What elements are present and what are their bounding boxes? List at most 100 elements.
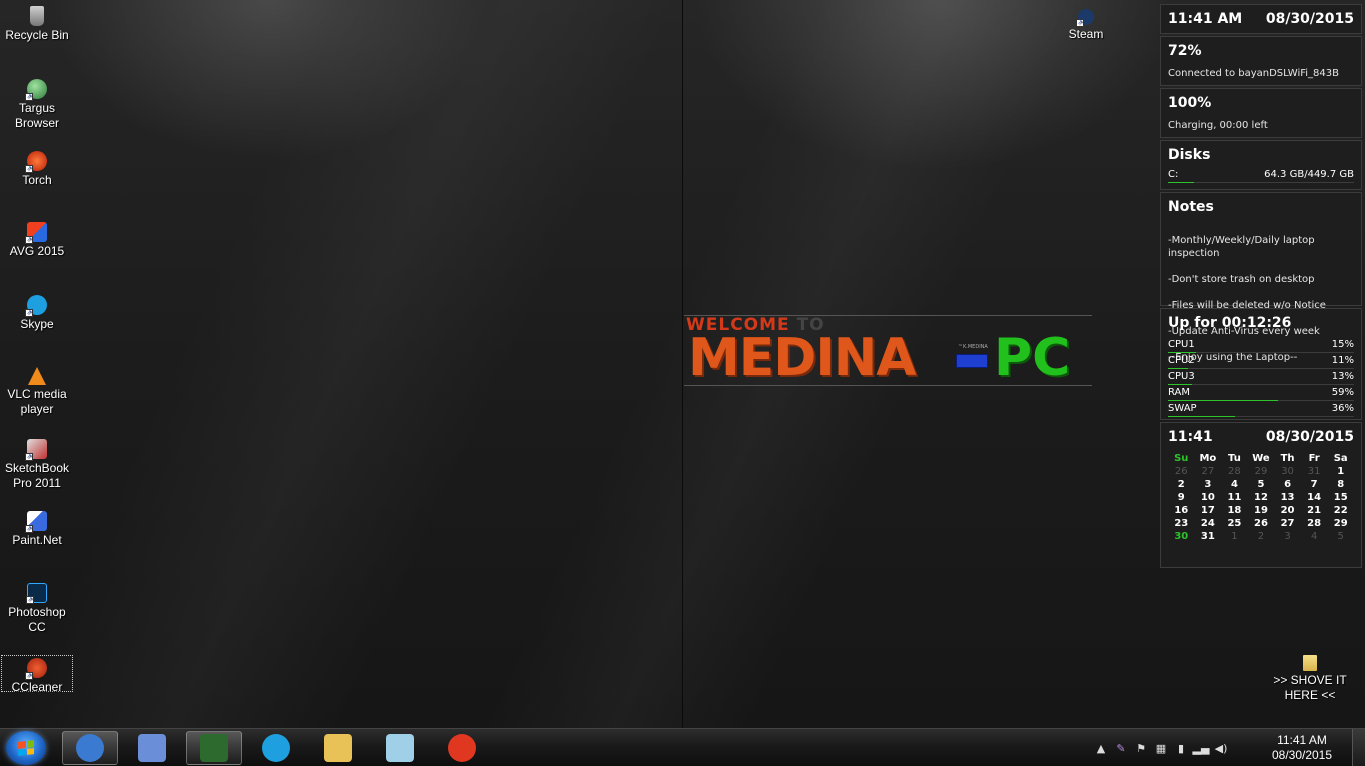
calendar-day: 23	[1174, 518, 1189, 529]
calendar-weekday: Fr	[1308, 453, 1320, 464]
show-desktop-button[interactable]	[1352, 729, 1365, 766]
calendar-day: 18	[1227, 505, 1242, 516]
logo-suffix: PC	[994, 328, 1071, 388]
taskbar-app-button[interactable]	[248, 731, 304, 765]
calendar-day: 19	[1254, 505, 1268, 516]
desktop-icon-recycle-bin[interactable]: Recycle Bin	[1, 6, 73, 43]
calendar-gadget: 11:41 08/30/2015 Su Mo Tu We Th Fr Sa 26 27 28 29 3…	[1160, 422, 1362, 568]
taskbar-app-button[interactable]	[124, 731, 180, 765]
wallpaper-divider	[682, 0, 683, 728]
system-bar-fill	[1168, 416, 1235, 417]
system-tray: ▲ ✎ ⚑ ▦ ▮ ▂▄ ◀)	[1094, 729, 1228, 766]
calendar-day: 12	[1254, 492, 1268, 503]
system-bar	[1168, 400, 1354, 401]
taskbar-clock[interactable]: 11:41 AM 08/30/2015	[1262, 733, 1342, 763]
desktop-icon-shove-it-folder[interactable]: >> SHOVE IT HERE <<	[1272, 655, 1348, 703]
system-row-label: CPU3	[1168, 371, 1195, 382]
system-row-value: 11%	[1331, 355, 1354, 366]
start-button[interactable]	[6, 731, 46, 765]
desktop-icon-paint-net[interactable]: ↗ Paint.Net	[1, 511, 73, 548]
system-row-label: SWAP	[1168, 403, 1197, 414]
taskbar-app-button[interactable]	[310, 731, 366, 765]
ie-globe-icon	[76, 734, 104, 762]
desktop-icon-ccleaner[interactable]: ↗ CCleaner	[1, 655, 73, 694]
system-row-value: 59%	[1331, 387, 1354, 398]
desktop-icon-label: >> SHOVE IT HERE <<	[1273, 673, 1347, 702]
system-monitor-gadget: Up for 00:12:26 CPU1 15% CPU2 11% CPU3 13% …	[1160, 308, 1362, 420]
calendar-day: 14	[1307, 492, 1322, 503]
calendar-day: 13	[1280, 492, 1295, 503]
taskbar-app-button[interactable]	[186, 731, 242, 765]
desktop-icon-label: VLC media player	[7, 387, 67, 416]
taskbar-app-button[interactable]	[62, 731, 118, 765]
desktop-icon-photoshop[interactable]: ↗ Photoshop CC	[1, 583, 73, 635]
battery-gadget: 100% Charging, 00:00 left	[1160, 88, 1362, 138]
calendar-day: 5	[1257, 479, 1265, 490]
system-row-swap: SWAP 36%	[1168, 401, 1354, 417]
calendar-day: 28	[1307, 518, 1322, 529]
calendar-weekday: Su	[1174, 453, 1189, 464]
calendar-day: 10	[1200, 492, 1215, 503]
pen-feather-icon[interactable]: ✎	[1114, 741, 1128, 755]
calendar-day: 3	[1204, 479, 1212, 490]
logo-name: MEDINA	[688, 328, 917, 388]
calendar-day: 1	[1231, 531, 1238, 542]
logo-dash	[956, 354, 988, 368]
system-bar-fill	[1168, 368, 1189, 369]
network-signal-icon[interactable]: ▂▄	[1193, 741, 1210, 755]
gadget-time: 11:41 AM	[1168, 11, 1243, 27]
action-center-flag-icon[interactable]: ⚑	[1134, 741, 1148, 755]
rainmeter-gadgets: 11:41 AM 08/30/2015 72% Connected to bay…	[1160, 4, 1362, 570]
disk-usage-fill	[1168, 182, 1195, 183]
calendar-time: 11:41	[1168, 429, 1213, 445]
notes-title: Notes	[1168, 199, 1214, 215]
calendar-day: 31	[1307, 466, 1321, 477]
show-hidden-icons-icon[interactable]: ▲	[1094, 741, 1108, 755]
note-line: -Don't store trash on desktop	[1168, 274, 1315, 285]
calendar-day: 22	[1333, 505, 1348, 516]
windows-logo-icon	[18, 740, 34, 756]
system-row-ram: RAM 59%	[1168, 385, 1354, 401]
desktop-icon-label: CCleaner	[11, 680, 63, 694]
note-line: -Monthly/Weekly/Daily laptop inspection	[1168, 235, 1315, 259]
steam-icon: ↗	[1076, 9, 1094, 27]
system-bar-fill	[1168, 400, 1278, 401]
desktop-icon-label: Paint.Net	[12, 533, 62, 547]
system-row-label: CPU1	[1168, 339, 1195, 350]
desktop-icon-skype[interactable]: ↗ Skype	[1, 295, 73, 332]
calendar-day: 6	[1284, 479, 1292, 490]
desktop-icon-steam[interactable]: ↗ Steam	[1050, 9, 1122, 42]
paint-net-icon: ↗	[25, 511, 47, 533]
skype-icon: ↗	[25, 295, 47, 317]
globe-icon: ↗	[25, 79, 47, 101]
ccleaner-icon: ↗	[25, 658, 47, 680]
calendar-day: 4	[1310, 531, 1318, 542]
desktop-icon-label: SketchBook Pro 2011	[4, 461, 70, 490]
taskbar-app-button[interactable]	[434, 731, 490, 765]
sketchbook-icon: ↗	[25, 439, 47, 461]
desktop-icon-sketchbook[interactable]: ↗ SketchBook Pro 2011	[1, 439, 73, 491]
desktop-icon-vlc[interactable]: VLC media player	[1, 367, 73, 417]
calendar-day: 27	[1280, 518, 1295, 529]
system-row-cpu3: CPU3 13%	[1168, 369, 1354, 385]
taskbar-app-button[interactable]	[372, 731, 428, 765]
desktop-icon-torch[interactable]: ↗ Torch	[1, 151, 73, 188]
windows-update-icon[interactable]: ▦	[1154, 741, 1168, 755]
desktop-icon-targus-browser[interactable]: ↗ Targus Browser	[1, 79, 73, 131]
system-row-value: 15%	[1331, 339, 1354, 350]
calendar-day: 3	[1284, 531, 1291, 542]
taskbar-clock-time: 11:41 AM	[1277, 733, 1327, 747]
system-rows: CPU1 15% CPU2 11% CPU3 13% RAM 59% SWAP 36%	[1168, 337, 1354, 417]
power-battery-icon[interactable]: ▮	[1174, 741, 1188, 755]
wifi-percent: 72%	[1168, 43, 1202, 59]
desktop-icon-avg[interactable]: ↗ AVG 2015	[1, 222, 73, 259]
desktop-icon-label: Targus Browser	[14, 101, 59, 130]
logo-tiny-mark: ™K.MEDINA	[958, 344, 988, 350]
calendar-day: 26	[1174, 466, 1188, 477]
calendar-weekday: Mo	[1199, 453, 1217, 464]
gadget-date: 08/30/2015	[1265, 11, 1354, 27]
system-bar-fill	[1168, 384, 1193, 385]
desktop-icon-label: Skype	[20, 317, 54, 331]
calendar-weekday: Tu	[1228, 453, 1241, 464]
volume-icon[interactable]: ◀)	[1214, 741, 1228, 755]
